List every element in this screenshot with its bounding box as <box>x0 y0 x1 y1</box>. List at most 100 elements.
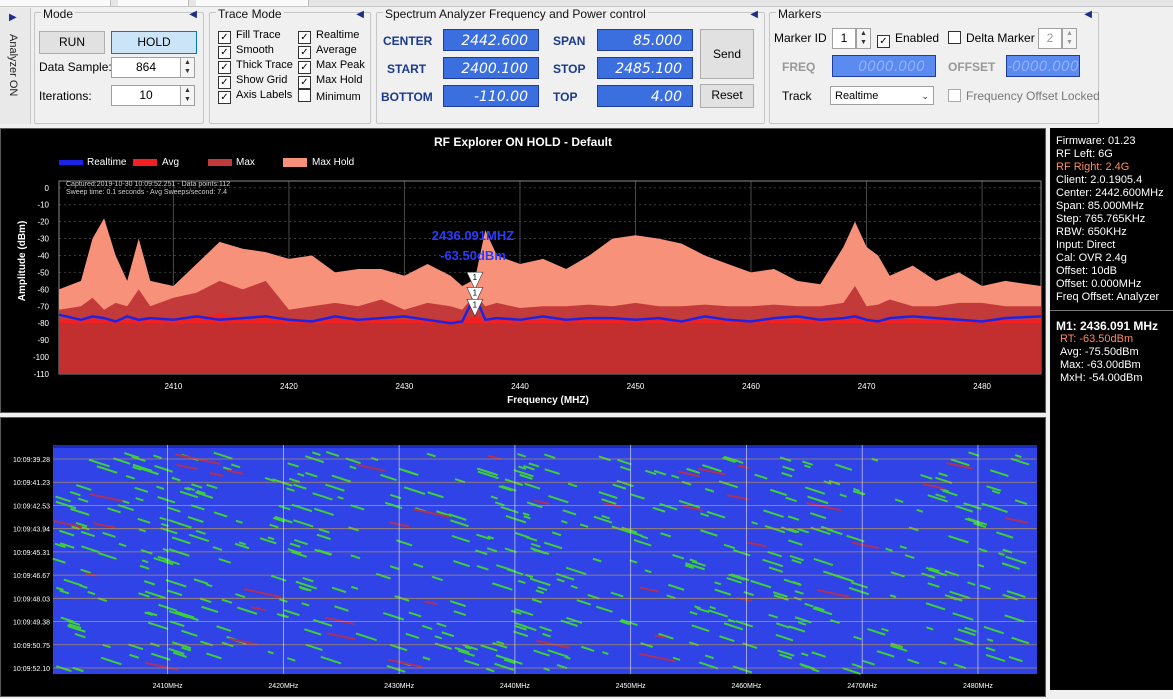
marker-id-spinner[interactable]: ▲ ▼ <box>856 28 871 49</box>
info-line: Center: 2442.600MHz <box>1056 187 1164 199</box>
legend-avg-swatch <box>133 159 157 166</box>
show-grid-checkbox[interactable]: ✓ Show Grid <box>218 74 287 89</box>
checkbox-check-icon[interactable]: ✓ <box>218 91 231 104</box>
data-sample-spinner[interactable]: ▲ ▼ <box>180 57 195 78</box>
info-line: Cal: OVR 2.4g <box>1056 252 1127 264</box>
collapse-chevron-icon[interactable]: ◀ <box>189 9 197 20</box>
checkbox-check-icon[interactable]: ✓ <box>218 61 231 74</box>
top-input[interactable]: 4.00 <box>597 85 693 107</box>
y-tick-label: -110 <box>34 370 50 379</box>
frequency-power-group: Spectrum Analyzer Frequency and Power co… <box>376 7 765 124</box>
chart-title: RF Explorer ON HOLD - Default <box>434 135 612 149</box>
mode-title: Mode <box>41 7 76 21</box>
delta-marker-checkbox[interactable]: Delta Marker <box>948 31 1035 45</box>
legend-max-swatch <box>208 159 232 166</box>
x-tick-label: 2430 <box>396 382 414 391</box>
checkbox-empty-icon[interactable] <box>948 31 961 44</box>
chevron-down-icon[interactable]: ⌄ <box>921 87 929 106</box>
legend: Realtime Avg Max Max Hold <box>59 157 354 168</box>
send-button[interactable]: Send <box>700 29 754 79</box>
y-tick-label: -40 <box>37 251 49 260</box>
checkbox-check-icon[interactable]: ✓ <box>298 31 311 44</box>
marker-max: Max: -63.00dBm <box>1060 359 1141 371</box>
average-checkbox[interactable]: ✓ Average <box>298 44 357 59</box>
top-tab[interactable] <box>118 0 189 6</box>
center-label: CENTER <box>383 34 433 48</box>
info-line: Firmware: 01.23 <box>1056 135 1136 147</box>
legend-realtime-label: Realtime <box>87 157 127 168</box>
x-tick-label: 2470 <box>858 382 876 391</box>
bottom-input[interactable]: -110.00 <box>443 85 539 107</box>
waterfall-top-band <box>53 445 1037 448</box>
realtime-checkbox[interactable]: ✓ Realtime <box>298 29 359 44</box>
freq-label: FREQ <box>782 60 816 74</box>
frequency-offset-locked-checkbox[interactable]: Frequency Offset Locked <box>948 89 1100 103</box>
spectrum-chart[interactable]: RF Explorer ON HOLD - Default Realtime A… <box>1 129 1045 412</box>
axis-labels-checkbox[interactable]: ✓ Axis Labels <box>218 89 292 104</box>
iterations-input[interactable]: 10 <box>111 85 181 106</box>
minimum-checkbox[interactable]: Minimum <box>298 89 361 103</box>
info-line: RF Right: 2.4G <box>1056 161 1130 173</box>
collapse-chevron-icon[interactable]: ◀ <box>356 9 364 20</box>
stop-input[interactable]: 2485.100 <box>597 57 693 79</box>
waterfall-time-label: 10:09:50.75 <box>13 643 50 650</box>
marker-id-input[interactable]: 1 <box>832 28 856 49</box>
marker-freq-input[interactable]: 0000.000 <box>832 55 936 77</box>
marker-offset-input[interactable]: -0000.000 <box>1006 55 1080 77</box>
thick-trace-checkbox[interactable]: ✓ Thick Trace <box>218 59 293 74</box>
checkbox-check-icon[interactable]: ✓ <box>298 76 311 89</box>
run-button[interactable]: RUN <box>39 31 105 54</box>
analyzer-side-tab[interactable]: ▶ Analyzer ON <box>0 8 31 124</box>
delta-marker-input[interactable]: 2 <box>1038 28 1062 49</box>
top-tab[interactable] <box>196 0 309 6</box>
reset-button[interactable]: Reset <box>700 84 754 108</box>
collapse-arrow-icon[interactable]: ▶ <box>9 12 17 23</box>
waterfall-time-label: 10:09:42.53 <box>13 503 50 510</box>
enabled-checkbox[interactable]: ✓ Enabled <box>877 31 939 48</box>
marker-flag-id: 1 <box>473 300 478 309</box>
center-input[interactable]: 2442.600 <box>443 29 539 51</box>
y-tick-label: -80 <box>37 319 49 328</box>
checkbox-empty-icon[interactable] <box>948 89 961 102</box>
info-line: RBW: 650KHz <box>1056 226 1127 238</box>
info-line: Freq Offset: Analyzer <box>1056 291 1160 303</box>
hold-button[interactable]: HOLD <box>111 31 197 54</box>
max-hold-checkbox[interactable]: ✓ Max Hold <box>298 74 362 89</box>
info-line: Offset: 10dB <box>1056 265 1117 277</box>
track-select[interactable]: Realtime ⌄ <box>830 86 934 105</box>
iterations-spinner[interactable]: ▲ ▼ <box>180 85 195 106</box>
waterfall-time-label: 10:09:46.67 <box>13 573 50 580</box>
fill-trace-checkbox[interactable]: ✓ Fill Trace <box>218 29 281 44</box>
smooth-checkbox[interactable]: ✓ Smooth <box>218 44 274 59</box>
checkbox-check-icon[interactable]: ✓ <box>218 31 231 44</box>
marker-amplitude-label: -63.50dBm <box>440 248 506 263</box>
max-peak-checkbox[interactable]: ✓ Max Peak <box>298 59 365 74</box>
checkbox-check-icon[interactable]: ✓ <box>298 46 311 59</box>
marker-rt: RT: -63.50dBm <box>1060 333 1134 345</box>
y-tick-label: -100 <box>33 353 50 362</box>
top-tab[interactable] <box>0 0 111 6</box>
checkbox-check-icon[interactable]: ✓ <box>877 35 890 48</box>
y-tick-label: -10 <box>37 201 49 210</box>
info-panel: Firmware: 01.23 RF Left: 6G RF Right: 2.4G… <box>1050 128 1173 690</box>
waterfall-time-label: 10:09:45.31 <box>13 550 50 557</box>
info-line: Step: 765.765KHz <box>1056 213 1146 225</box>
checkbox-check-icon[interactable]: ✓ <box>298 61 311 74</box>
span-input[interactable]: 85.000 <box>597 29 693 51</box>
waterfall-time-label: 10:09:52.10 <box>13 666 50 673</box>
data-sample-input[interactable]: 864 <box>111 57 181 78</box>
collapse-chevron-icon[interactable]: ◀ <box>750 9 758 20</box>
checkbox-check-icon[interactable]: ✓ <box>218 76 231 89</box>
checkbox-empty-icon[interactable] <box>298 89 311 102</box>
start-label: START <box>387 62 427 76</box>
track-label: Track <box>782 89 812 103</box>
start-input[interactable]: 2400.100 <box>443 57 539 79</box>
info-divider <box>1050 310 1173 311</box>
x-tick-label: 2410 <box>164 382 182 391</box>
collapse-chevron-icon[interactable]: ◀ <box>1084 9 1092 20</box>
waterfall-chart[interactable]: 10:09:39.28 10:09:41.23 10:09:42.53 10:09:4… <box>1 418 1045 696</box>
x-tick-label: 2450 <box>627 382 645 391</box>
info-line: RF Left: 6G <box>1056 148 1113 160</box>
checkbox-check-icon[interactable]: ✓ <box>218 46 231 59</box>
delta-marker-spinner[interactable]: ▲ ▼ <box>1062 28 1077 49</box>
